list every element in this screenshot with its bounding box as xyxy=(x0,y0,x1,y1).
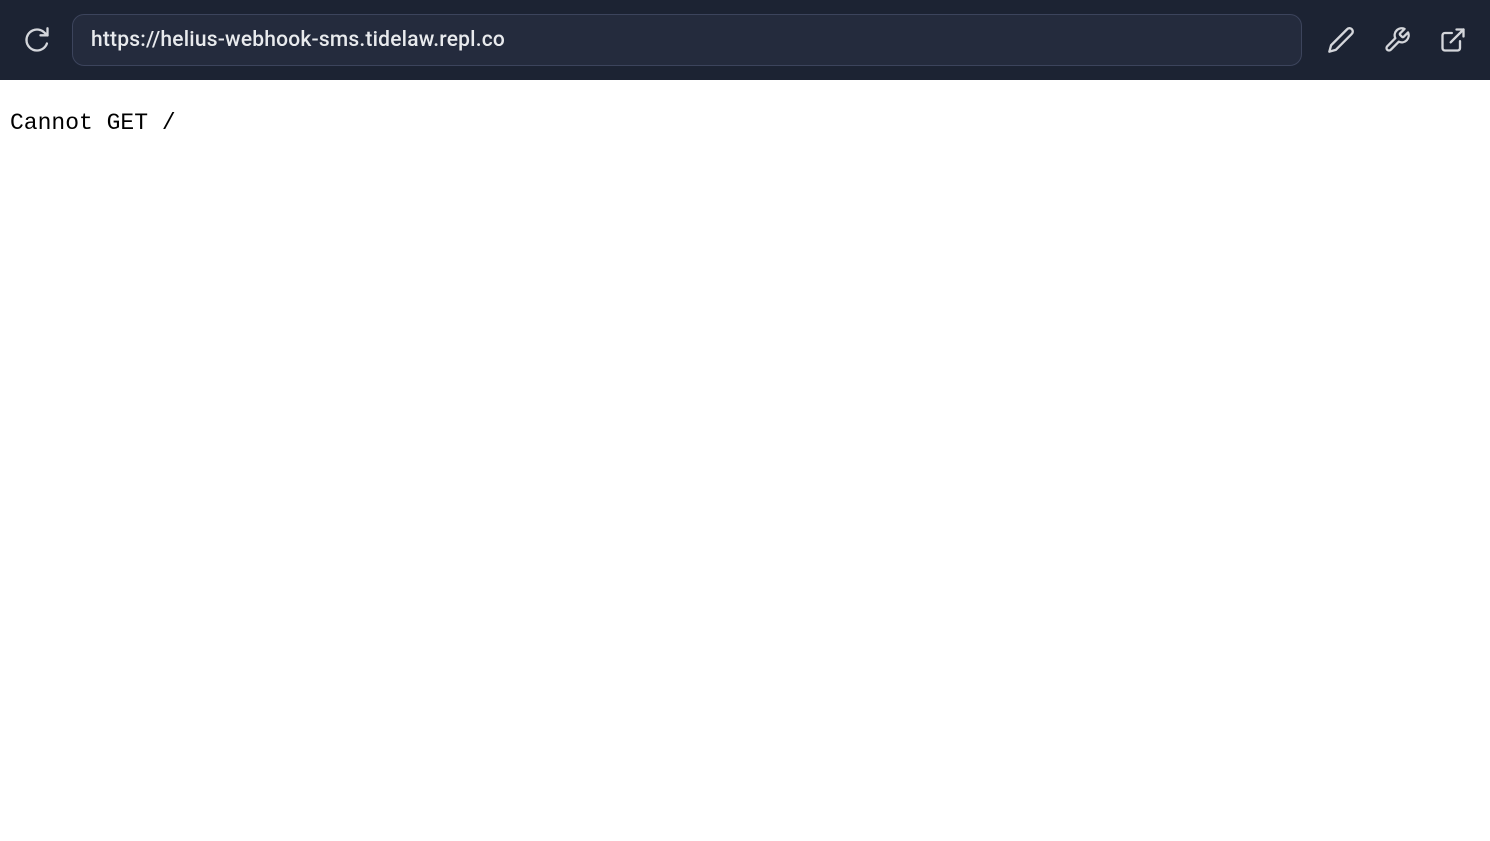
address-bar[interactable]: https://helius-webhook-sms.tidelaw.repl.… xyxy=(72,14,1302,66)
toolbar-right xyxy=(1322,21,1472,59)
url-text: https://helius-webhook-sms.tidelaw.repl.… xyxy=(91,28,505,52)
browser-toolbar: https://helius-webhook-sms.tidelaw.repl.… xyxy=(0,0,1490,80)
error-message: Cannot GET / xyxy=(10,110,1480,136)
edit-button[interactable] xyxy=(1322,21,1360,59)
reload-icon xyxy=(23,26,51,54)
external-link-icon xyxy=(1439,26,1467,54)
pencil-icon xyxy=(1327,26,1355,54)
devtools-button[interactable] xyxy=(1378,21,1416,59)
open-external-button[interactable] xyxy=(1434,21,1472,59)
reload-button[interactable] xyxy=(18,21,56,59)
page-content: Cannot GET / xyxy=(0,80,1490,146)
wrench-icon xyxy=(1383,26,1411,54)
